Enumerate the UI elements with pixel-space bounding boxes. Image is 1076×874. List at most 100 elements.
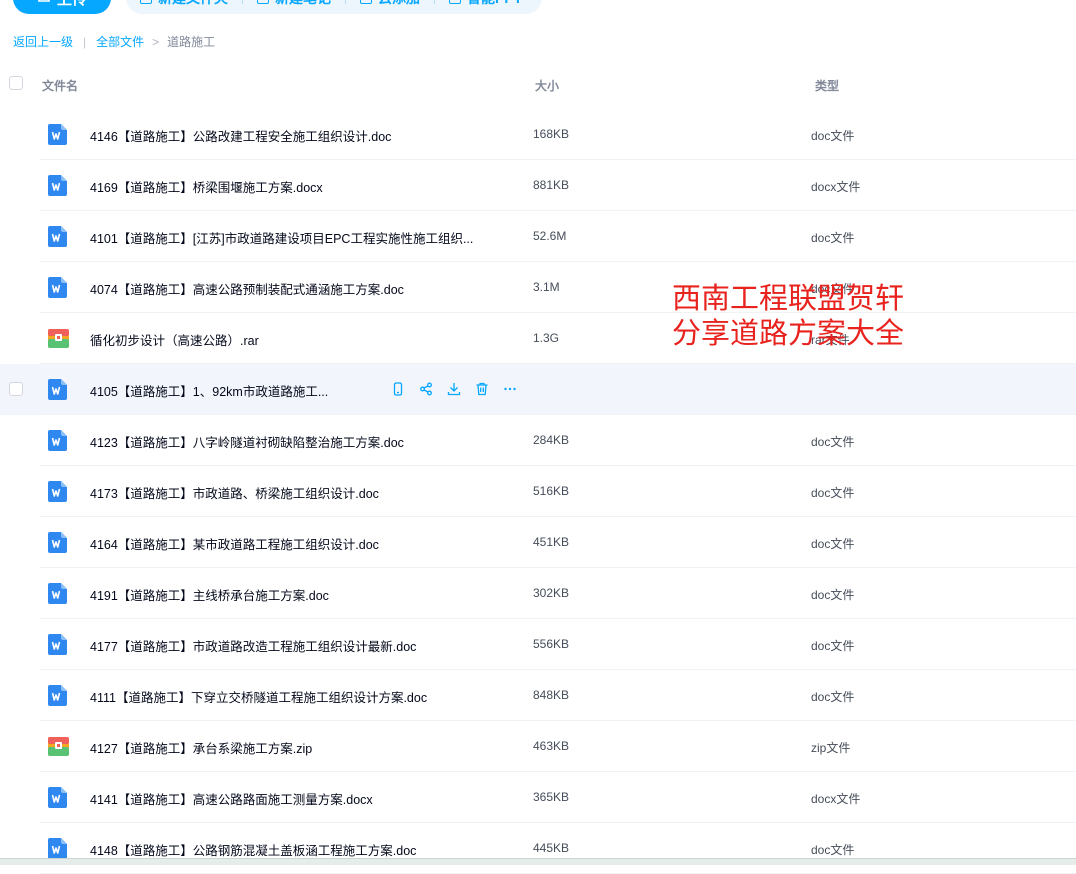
watermark-line-2: 分享道路方案大全 xyxy=(672,316,905,350)
folder-plus-icon xyxy=(140,0,152,4)
cloud-add-icon xyxy=(360,0,372,4)
file-size: 365KB xyxy=(533,790,570,804)
file-size: 445KB xyxy=(533,841,570,855)
ppt-icon xyxy=(449,0,461,4)
tool-group: 新建文件夹 新建笔记 云添加 智能PPT xyxy=(126,0,542,14)
file-type: docx文件 xyxy=(811,792,861,806)
file-type: doc文件 xyxy=(811,690,855,704)
file-size: 881KB xyxy=(533,178,570,192)
file-row[interactable]: 4111【道路施工】下穿立交桥隧道工程施工组织设计方案.doc 848KB doc文… xyxy=(0,670,1076,721)
new-folder-button[interactable]: 新建文件夹 xyxy=(126,0,242,8)
file-list: 4146【道路施工】公路改建工程安全施工组织设计.doc 168KB doc文件 41… xyxy=(0,109,1076,874)
word-file-icon xyxy=(48,532,67,553)
file-name[interactable]: 4191【道路施工】主线桥承台施工方案.doc xyxy=(90,585,329,604)
file-row[interactable]: 4127【道路施工】承台系梁施工方案.zip 463KB zip文件 xyxy=(0,721,1076,772)
file-name[interactable]: 4148【道路施工】公路钢筋混凝土盖板涵工程施工方案.doc xyxy=(90,840,416,859)
download-icon[interactable] xyxy=(446,381,462,397)
file-name[interactable]: 4141【道路施工】高速公路路面施工测量方案.docx xyxy=(90,789,373,808)
breadcrumb-current: 道路施工 xyxy=(167,35,216,49)
share-icon[interactable] xyxy=(418,381,434,397)
file-row[interactable]: 4169【道路施工】桥梁围堰施工方案.docx 881KB docx文件 xyxy=(0,160,1076,211)
file-size: 3.1M xyxy=(533,280,560,294)
file-name[interactable]: 4169【道路施工】桥梁围堰施工方案.docx xyxy=(90,177,323,196)
word-file-icon xyxy=(48,175,67,196)
note-icon xyxy=(257,0,269,4)
file-size: 302KB xyxy=(533,586,570,600)
breadcrumb: 返回上一级 | 全部文件 > 道路施工 xyxy=(13,33,215,50)
word-file-icon xyxy=(48,787,67,808)
cloud-add-label: 云添加 xyxy=(378,0,420,8)
row-checkbox[interactable] xyxy=(9,382,23,396)
new-note-label: 新建笔记 xyxy=(275,0,331,8)
file-row[interactable]: 4148【道路施工】公路钢筋混凝土盖板涵工程施工方案.doc 445KB doc文件 xyxy=(0,823,1076,874)
file-size: 848KB xyxy=(533,688,570,702)
file-type: doc文件 xyxy=(811,537,855,551)
back-link[interactable]: 返回上一级 xyxy=(13,33,73,50)
column-header-type[interactable]: 类型 xyxy=(815,77,839,94)
file-name[interactable]: 4105【道路施工】1、92km市政道路施工... xyxy=(90,381,328,400)
new-note-button[interactable]: 新建笔记 xyxy=(243,0,345,8)
file-name[interactable]: 4074【道路施工】高速公路预制装配式通涵施工方案.doc xyxy=(90,279,404,298)
watermark-text: 西南工程联盟贺轩 分享道路方案大全 xyxy=(672,281,904,351)
mobile-icon[interactable] xyxy=(390,381,406,397)
file-type: doc文件 xyxy=(811,588,855,602)
file-size: 284KB xyxy=(533,433,570,447)
file-row[interactable]: 循化初步设计（高速公路）.rar 1.3G rar文件 xyxy=(0,313,1076,364)
column-header-name[interactable]: 文件名 xyxy=(42,77,78,94)
file-size: 52.6M xyxy=(533,229,567,243)
file-type: doc文件 xyxy=(811,639,855,653)
file-row[interactable]: 4191【道路施工】主线桥承台施工方案.doc 302KB doc文件 xyxy=(0,568,1076,619)
word-file-icon xyxy=(48,430,67,451)
toolbar: 上传 新建文件夹 新建笔记 云添加 智能PPT xyxy=(0,0,1076,16)
smart-ppt-label: 智能PPT xyxy=(467,0,522,8)
select-all-checkbox[interactable] xyxy=(9,76,23,90)
cloud-add-button[interactable]: 云添加 xyxy=(346,0,434,8)
file-name[interactable]: 4123【道路施工】八字岭隧道衬砌缺陷整治施工方案.doc xyxy=(90,432,404,451)
file-size: 1.3G xyxy=(533,331,560,345)
file-size: 451KB xyxy=(533,535,570,549)
file-name[interactable]: 4111【道路施工】下穿立交桥隧道工程施工组织设计方案.doc xyxy=(90,687,427,706)
file-type: doc文件 xyxy=(811,231,855,245)
file-type: zip文件 xyxy=(811,741,851,755)
smart-ppt-button[interactable]: 智能PPT xyxy=(435,0,536,8)
file-name[interactable]: 4127【道路施工】承台系梁施工方案.zip xyxy=(90,738,312,757)
file-row[interactable]: 4074【道路施工】高速公路预制装配式通涵施工方案.doc 3.1M doc文件 xyxy=(0,262,1076,313)
file-type: doc文件 xyxy=(811,843,855,857)
file-row[interactable]: 4164【道路施工】某市政道路工程施工组织设计.doc 451KB doc文件 xyxy=(0,517,1076,568)
file-row[interactable]: 4146【道路施工】公路改建工程安全施工组织设计.doc 168KB doc文件 xyxy=(0,109,1076,160)
file-size: 168KB xyxy=(533,127,570,141)
file-name[interactable]: 4177【道路施工】市政道路改造工程施工组织设计最新.doc xyxy=(90,636,416,655)
upload-label: 上传 xyxy=(57,0,87,9)
file-row[interactable]: 4141【道路施工】高速公路路面施工测量方案.docx 365KB docx文件 xyxy=(0,772,1076,823)
file-name[interactable]: 4101【道路施工】[江苏]市政道路建设项目EPC工程实施性施工组织... xyxy=(90,228,473,247)
column-header-size[interactable]: 大小 xyxy=(535,77,559,94)
file-row[interactable]: 4177【道路施工】市政道路改造工程施工组织设计最新.doc 556KB doc文件 xyxy=(0,619,1076,670)
file-row[interactable]: 4173【道路施工】市政道路、桥梁施工组织设计.doc 516KB doc文件 xyxy=(0,466,1076,517)
file-row[interactable]: 4105【道路施工】1、92km市政道路施工... xyxy=(0,364,1076,415)
word-file-icon xyxy=(48,685,67,706)
file-size: 516KB xyxy=(533,484,570,498)
file-name[interactable]: 循化初步设计（高速公路）.rar xyxy=(90,330,259,349)
file-type: doc文件 xyxy=(811,129,855,143)
file-size: 556KB xyxy=(533,637,570,651)
upload-icon xyxy=(37,0,51,7)
word-file-icon xyxy=(48,583,67,604)
watermark-line-1: 西南工程联盟贺轩 xyxy=(672,281,905,315)
file-size: 463KB xyxy=(533,739,570,753)
upload-button[interactable]: 上传 xyxy=(13,0,111,14)
file-name[interactable]: 4164【道路施工】某市政道路工程施工组织设计.doc xyxy=(90,534,379,553)
file-list-header: 文件名 大小 类型 xyxy=(0,59,1076,109)
file-row[interactable]: 4123【道路施工】八字岭隧道衬砌缺陷整治施工方案.doc 284KB doc文件 xyxy=(0,415,1076,466)
new-folder-label: 新建文件夹 xyxy=(158,0,228,8)
file-row[interactable]: 4101【道路施工】[江苏]市政道路建设项目EPC工程实施性施工组织... 52.… xyxy=(0,211,1076,262)
word-file-icon xyxy=(48,124,67,145)
file-type: doc文件 xyxy=(811,435,855,449)
all-files-link[interactable]: 全部文件 xyxy=(96,33,144,50)
file-name[interactable]: 4173【道路施工】市政道路、桥梁施工组织设计.doc xyxy=(90,483,379,502)
word-file-icon xyxy=(48,379,67,400)
file-name[interactable]: 4146【道路施工】公路改建工程安全施工组织设计.doc xyxy=(90,126,391,145)
archive-file-icon xyxy=(48,328,69,349)
delete-icon[interactable] xyxy=(474,381,490,397)
more-icon[interactable] xyxy=(502,381,518,397)
row-actions xyxy=(390,381,518,397)
